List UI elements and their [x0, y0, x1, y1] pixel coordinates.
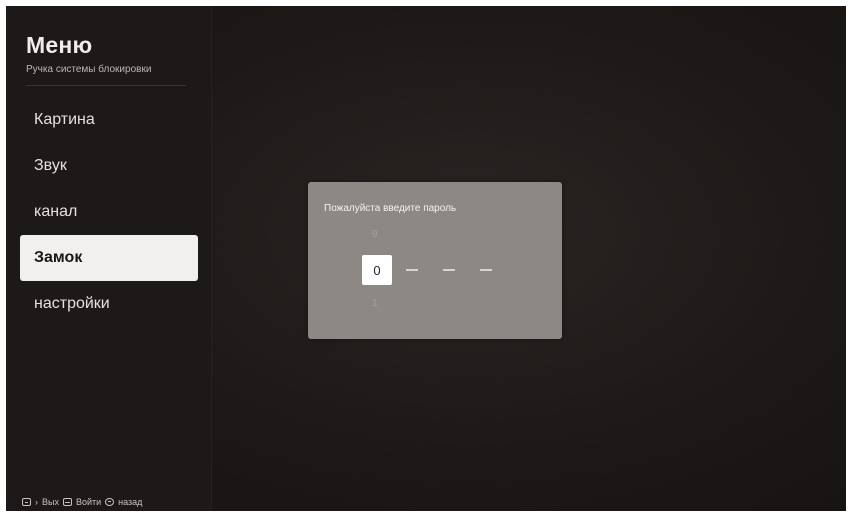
- pin-digit-3[interactable]: [443, 269, 455, 271]
- menu-item-picture[interactable]: Картина: [20, 97, 198, 143]
- pin-input[interactable]: 0: [362, 255, 503, 285]
- menu-item-settings[interactable]: настройки: [20, 281, 198, 327]
- footer-hints: › Вых Войти назад: [22, 497, 142, 507]
- menu-icon: [22, 498, 31, 506]
- footer-enter-label[interactable]: Войти: [76, 497, 101, 507]
- tv-screen: Меню Ручка системы блокировки Картина Зв…: [6, 6, 846, 511]
- menu-title: Меню: [26, 32, 93, 58]
- pin-digit-4[interactable]: [480, 269, 492, 271]
- dialog-title: Пожалуйста введите пароль: [324, 203, 457, 214]
- digit-hint-up: 9: [372, 229, 378, 240]
- footer-exit-label[interactable]: Вых: [42, 497, 59, 507]
- menu-list: Картина Звук канал Замок настройки: [20, 97, 198, 327]
- pin-digit-2[interactable]: [406, 269, 418, 271]
- password-dialog: Пожалуйста введите пароль 9 0 1: [308, 182, 562, 339]
- sidebar-menu: Меню Ручка системы блокировки Картина Зв…: [6, 6, 212, 511]
- digit-hint-down: 1: [372, 298, 378, 309]
- menu-item-sound[interactable]: Звук: [20, 143, 198, 189]
- ok-icon: [62, 498, 72, 506]
- menu-item-lock[interactable]: Замок: [20, 235, 198, 281]
- menu-subtitle: Ручка системы блокировки: [26, 64, 152, 75]
- menu-divider: [26, 85, 186, 86]
- menu-item-channel[interactable]: канал: [20, 189, 198, 235]
- back-icon: [105, 498, 115, 506]
- footer-back-label[interactable]: назад: [118, 497, 142, 507]
- footer-arrow: ›: [35, 497, 38, 507]
- pin-digit-1[interactable]: 0: [362, 255, 392, 285]
